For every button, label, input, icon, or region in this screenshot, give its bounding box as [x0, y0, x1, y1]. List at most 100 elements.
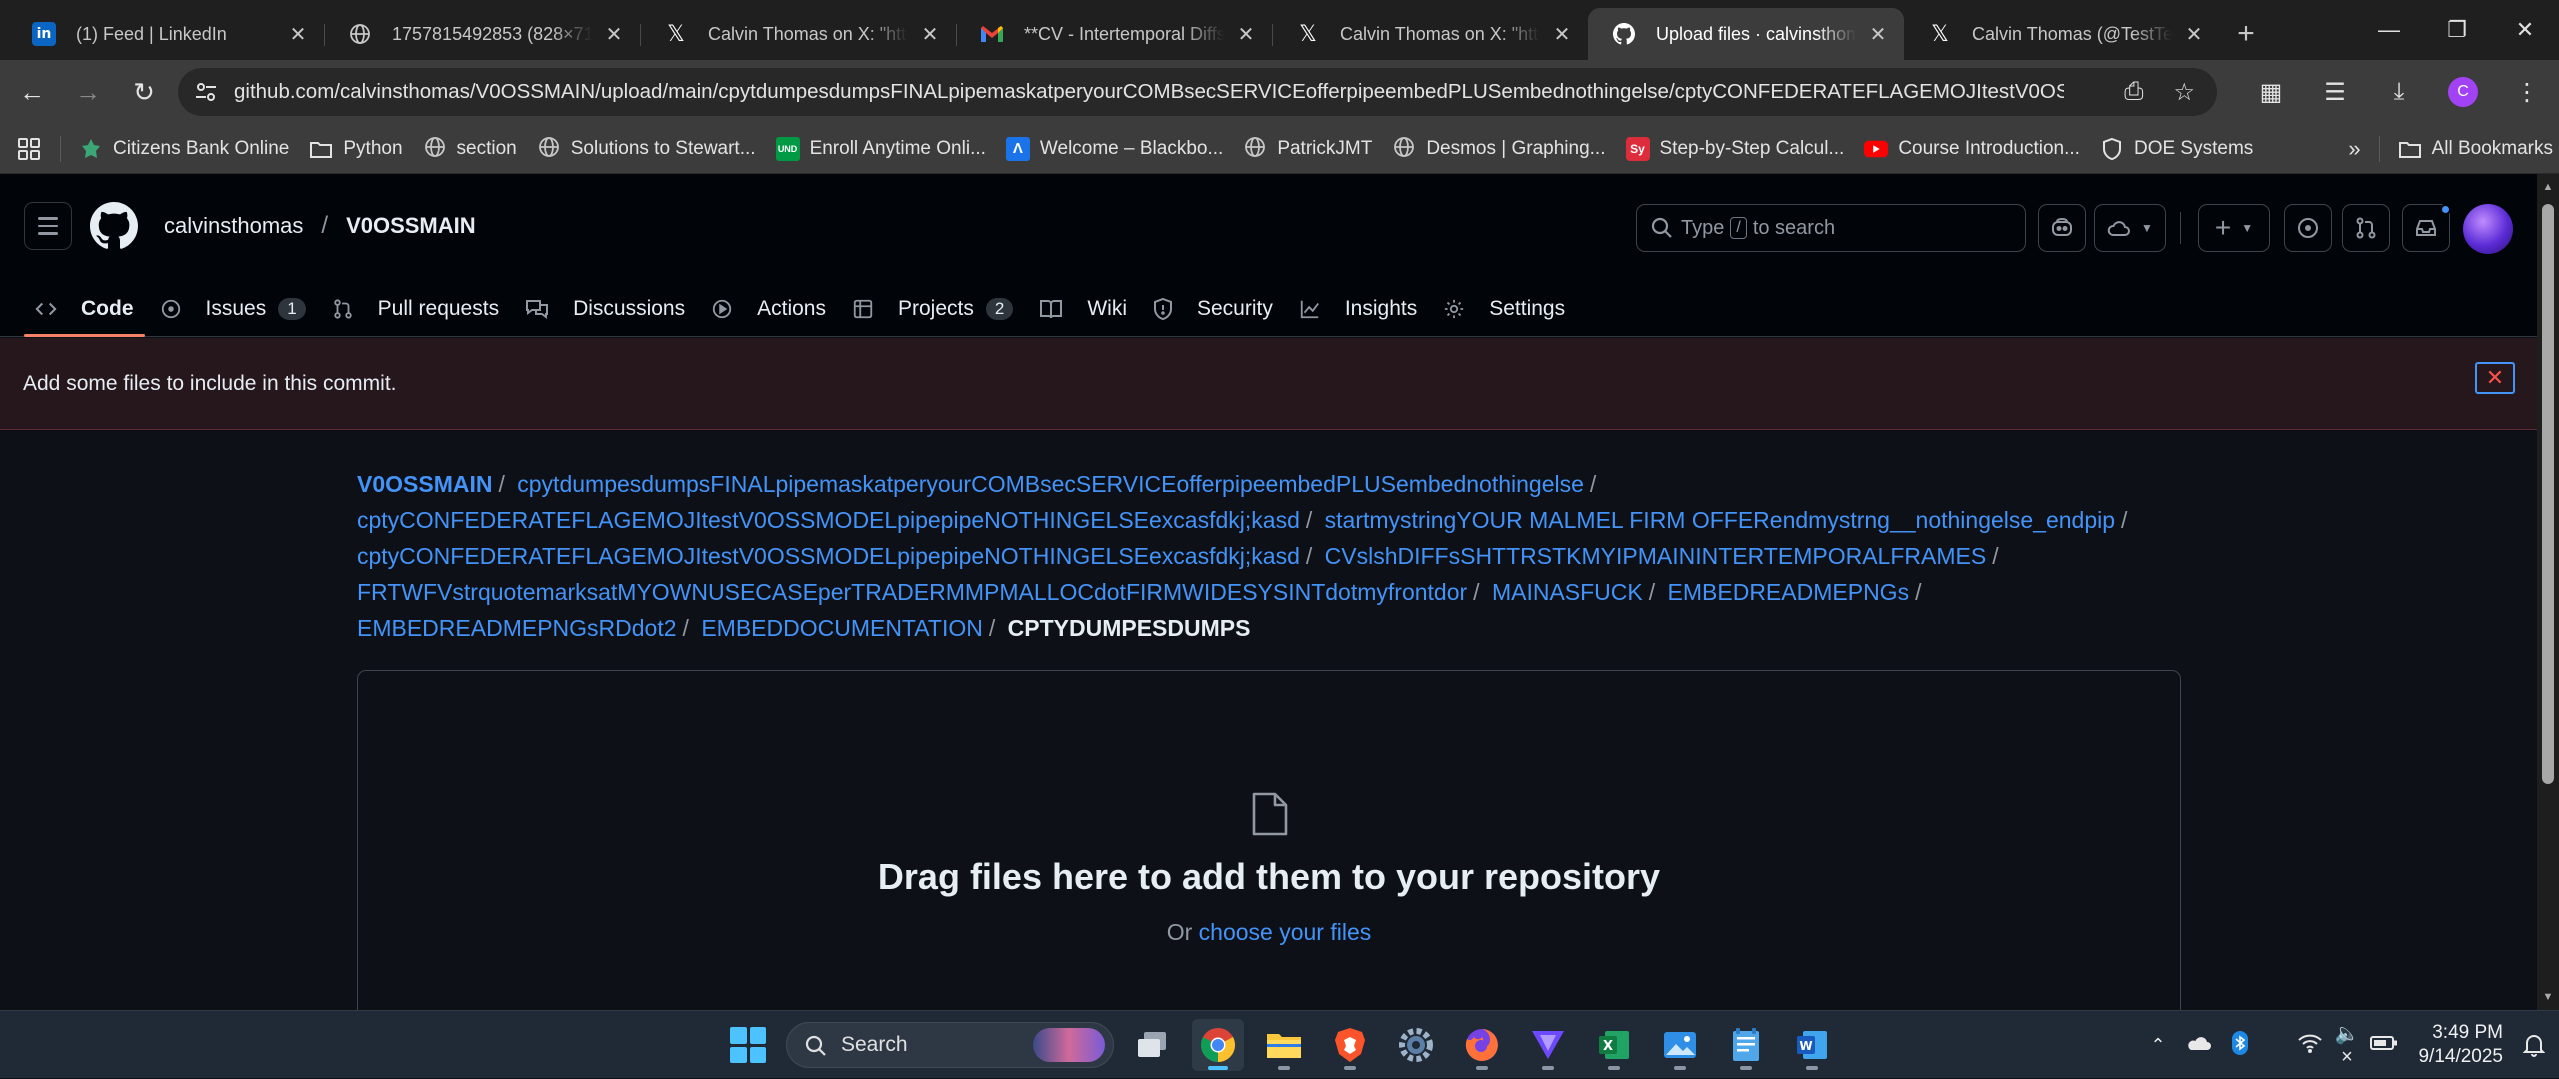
chrome-taskbar-icon[interactable] — [1192, 1019, 1244, 1071]
browser-tab[interactable]: 𝕏 Calvin Thomas on X: "https:// ✕ — [640, 8, 956, 60]
forward-button[interactable]: → — [60, 64, 116, 120]
close-tab-icon[interactable]: ✕ — [1866, 22, 1890, 46]
windows-start-icon[interactable] — [730, 1027, 766, 1063]
repo-owner-link[interactable]: calvinsthomas — [164, 213, 303, 239]
install-app-icon[interactable]: ⎙ — [2124, 78, 2143, 107]
battery-icon[interactable] — [2364, 1034, 2404, 1057]
vpn-app-icon[interactable] — [1522, 1019, 1574, 1071]
brave-browser-icon[interactable] — [1324, 1019, 1376, 1071]
path-segment-link[interactable]: MAINASFUCK — [1492, 579, 1643, 605]
close-tab-icon[interactable]: ✕ — [602, 22, 626, 46]
github-logo-icon[interactable] — [90, 202, 138, 250]
scrollbar-thumb[interactable] — [2542, 204, 2554, 784]
path-segment-link[interactable]: EMBEDREADMEPNGsRDdot2 — [357, 615, 677, 641]
browser-tab[interactable]: in (1) Feed | LinkedIn ✕ — [8, 8, 324, 60]
more-bookmarks-icon[interactable]: » — [2338, 129, 2370, 169]
url-text[interactable]: github.com/calvinsthomas/V0OSSMAIN/uploa… — [234, 80, 2064, 104]
site-info-icon[interactable] — [194, 80, 218, 104]
bookmark-item[interactable]: Citizens Bank Online — [69, 129, 299, 169]
reload-button[interactable]: ↻ — [116, 64, 172, 120]
browser-tab[interactable]: 𝕏 Calvin Thomas on X: "https:// ✕ — [1272, 8, 1588, 60]
tab-wiki[interactable]: Wiki — [1026, 282, 1140, 336]
tab-insights[interactable]: Insights — [1286, 282, 1430, 336]
path-segment-link[interactable]: FRTWFVstrquotemarksatMYOWNUSECASEperTRAD… — [357, 579, 1467, 605]
tab-code[interactable]: Code — [22, 282, 147, 337]
volume-muted-icon[interactable]: 🔈× — [2330, 1021, 2364, 1069]
path-segment-link[interactable]: EMBEDDOCUMENTATION — [701, 615, 983, 641]
browser-tab[interactable]: 1757815492853 (828×712) ✕ — [324, 8, 640, 60]
close-tab-icon[interactable]: ✕ — [1550, 22, 1574, 46]
minimize-button[interactable]: — — [2355, 0, 2423, 60]
tab-discussions[interactable]: Discussions — [512, 282, 698, 336]
excel-icon[interactable]: X — [1588, 1019, 1640, 1071]
all-bookmarks-folder[interactable]: All Bookmarks — [2388, 129, 2559, 169]
system-clock[interactable]: 3:49 PM 9/14/2025 — [2418, 1021, 2503, 1069]
close-window-button[interactable]: ✕ — [2491, 0, 2559, 60]
notepad-icon[interactable] — [1720, 1019, 1772, 1071]
file-dropzone[interactable]: Drag files here to add them to your repo… — [357, 670, 2181, 1030]
path-root-link[interactable]: V0OSSMAIN — [357, 471, 492, 497]
close-tab-icon[interactable]: ✕ — [1234, 22, 1258, 46]
bookmark-item[interactable]: DOE Systems — [2090, 129, 2263, 169]
back-button[interactable]: ← — [4, 64, 60, 120]
browser-tab[interactable]: 𝕏 Calvin Thomas (@TestTemp ✕ — [1904, 8, 2220, 60]
tab-issues[interactable]: Issues 1 — [147, 282, 319, 336]
tab-projects[interactable]: Projects 2 — [839, 282, 1026, 336]
path-segment-link[interactable]: startmystringYOUR MALMEL FIRM OFFERendmy… — [1325, 507, 2115, 533]
restore-button[interactable]: ❐ — [2423, 0, 2491, 60]
copilot-dropdown-button[interactable]: ▼ — [2094, 204, 2166, 252]
issues-button[interactable] — [2284, 204, 2332, 252]
new-tab-button[interactable]: + — [2220, 8, 2272, 60]
browser-tab[interactable]: **CV - Intertemporal Diffs ✕ — [956, 8, 1272, 60]
extensions-icon[interactable]: ▦ — [2239, 60, 2303, 124]
path-segment-link[interactable]: CVslshDIFFsSHTTRSTKMYIPMAININTERTEMPORAL… — [1325, 543, 1987, 569]
choose-files-link[interactable]: choose your files — [1199, 919, 1372, 945]
bookmark-item[interactable]: Sy Step-by-Step Calcul... — [1616, 129, 1855, 169]
global-menu-button[interactable] — [24, 202, 72, 250]
tab-settings[interactable]: Settings — [1430, 282, 1578, 336]
word-icon[interactable]: W — [1786, 1019, 1838, 1071]
notifications-bell-icon[interactable] — [2522, 1033, 2546, 1062]
bookmark-item[interactable]: PatrickJMT — [1233, 129, 1382, 169]
close-icon[interactable]: ✕ — [2475, 362, 2515, 394]
onedrive-icon[interactable] — [2176, 1034, 2220, 1057]
bookmark-item[interactable]: section — [413, 129, 527, 169]
page-scrollbar[interactable]: ▲ ▼ — [2537, 174, 2559, 1010]
bookmark-item[interactable]: Λ Welcome – Blackbo... — [996, 129, 1233, 169]
profile-button[interactable]: C — [2431, 60, 2495, 124]
apps-icon[interactable] — [0, 129, 50, 169]
bluetooth-icon[interactable] — [2220, 1030, 2260, 1060]
bookmark-item[interactable]: Desmos | Graphing... — [1382, 129, 1615, 169]
photos-icon[interactable] — [1654, 1019, 1706, 1071]
task-view-icon[interactable] — [1126, 1019, 1178, 1071]
settings-taskbar-icon[interactable] — [1390, 1019, 1442, 1071]
path-segment-link[interactable]: cptyCONFEDERATEFLAGEMOJItestV0OSSMODELpi… — [357, 543, 1300, 569]
tab-actions[interactable]: Actions — [698, 282, 839, 336]
bookmark-item[interactable]: Python — [299, 129, 412, 169]
path-segment-link[interactable]: EMBEDREADMEPNGs — [1668, 579, 1910, 605]
bookmark-item[interactable]: Course Introduction... — [1854, 129, 2090, 169]
taskbar-search[interactable]: Search — [786, 1022, 1114, 1068]
firefox-icon[interactable] — [1456, 1019, 1508, 1071]
pull-requests-button[interactable] — [2342, 204, 2390, 252]
close-tab-icon[interactable]: ✕ — [918, 22, 942, 46]
create-new-button[interactable]: + ▼ — [2198, 204, 2270, 252]
show-hidden-icons-chevron-icon[interactable]: ⌃ — [2140, 1035, 2176, 1056]
address-bar[interactable]: github.com/calvinsthomas/V0OSSMAIN/uploa… — [178, 68, 2217, 116]
close-tab-icon[interactable]: ✕ — [286, 22, 310, 46]
repo-name-link[interactable]: V0OSSMAIN — [346, 213, 476, 239]
file-explorer-icon[interactable] — [1258, 1019, 1310, 1071]
wifi-icon[interactable] — [2290, 1033, 2330, 1058]
copilot-button[interactable] — [2038, 204, 2086, 252]
bookmark-star-icon[interactable]: ☆ — [2173, 78, 2195, 107]
path-segment-link[interactable]: cpytdumpesdumpsFINALpipemaskatperyourCOM… — [517, 471, 1584, 497]
tab-search-icon[interactable]: ☰ — [2303, 60, 2367, 124]
tab-security[interactable]: Security — [1140, 282, 1286, 336]
scroll-down-arrow-icon[interactable]: ▼ — [2537, 986, 2559, 1008]
chrome-menu-icon[interactable]: ⋮ — [2495, 60, 2559, 124]
scroll-up-arrow-icon[interactable]: ▲ — [2537, 176, 2559, 198]
downloads-icon[interactable]: ⤓ — [2367, 60, 2431, 124]
user-avatar[interactable] — [2463, 204, 2513, 254]
github-search-input[interactable]: Type / to search — [1636, 204, 2026, 252]
tab-pull-requests[interactable]: Pull requests — [319, 282, 512, 336]
